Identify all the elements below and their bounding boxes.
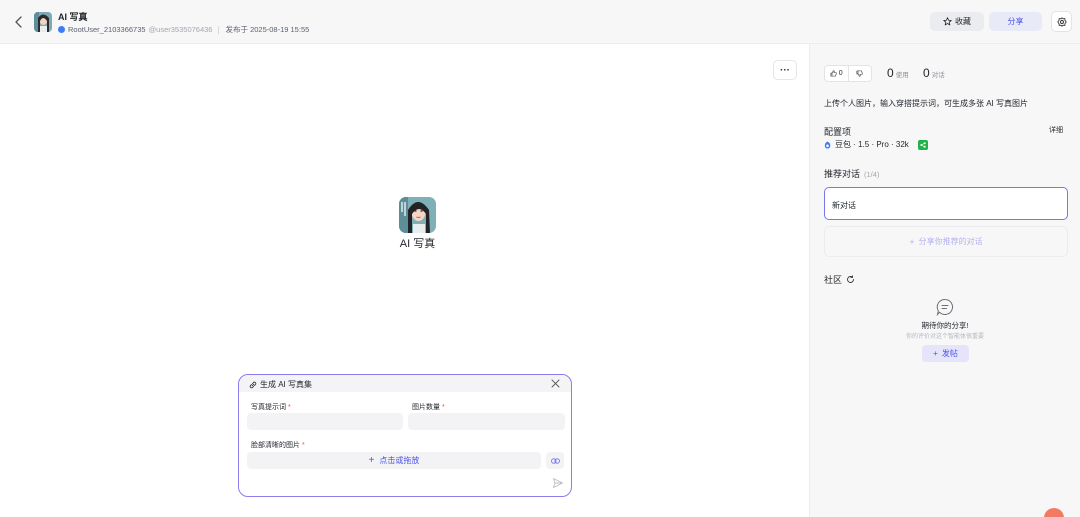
generate-form-card: 生成 AI 写真集 写真提示词 * 图片数量 * 脸部清晰的图片 * + 点击或拖放 bbox=[238, 374, 572, 497]
form-title-text: 生成 AI 写真集 bbox=[260, 380, 313, 389]
link-icon bbox=[550, 457, 560, 464]
recommend-title-text: 推荐对话 bbox=[824, 169, 861, 179]
like-count: 0 bbox=[838, 70, 843, 77]
author-meta: RootUser_2103366735 @user3535076436 发布于 … bbox=[58, 24, 309, 35]
plus-icon: + bbox=[909, 236, 915, 247]
empty-state-title: 期待你的分享! bbox=[921, 321, 969, 330]
upload-dropzone[interactable]: + 点击或拖放 bbox=[247, 452, 541, 469]
gear-icon bbox=[1056, 16, 1067, 27]
publish-date: 发布于 2025-08-19 15:55 bbox=[225, 25, 310, 34]
bot-info-sidebar: 0 0 使用 0 对话 上传个人图片，输入穿搭提示词，可生成多张 AI 写真图片… bbox=[809, 44, 1080, 517]
share-label: 分享 bbox=[1007, 17, 1024, 26]
count-label: 图片数量 * bbox=[412, 402, 445, 412]
upload-label: 点击或拖放 bbox=[379, 456, 420, 465]
community-title: 社区 bbox=[824, 275, 843, 285]
like-dislike-group: 0 bbox=[824, 65, 872, 82]
recommended-conversation-item[interactable]: 新对话 bbox=[824, 187, 1068, 220]
send-icon[interactable] bbox=[552, 477, 564, 489]
share-conversation-label: 分享你推荐的对话 bbox=[918, 237, 983, 246]
model-info: 豆包 · 1.5 · Pro · 32k bbox=[835, 140, 909, 149]
dislike-button[interactable] bbox=[847, 66, 872, 81]
form-header: 生成 AI 写真集 bbox=[239, 375, 571, 392]
plus-icon: + bbox=[368, 455, 375, 466]
prompt-input[interactable] bbox=[247, 413, 403, 430]
app-avatar bbox=[34, 12, 52, 32]
config-title: 配置项 bbox=[824, 127, 852, 137]
count-input[interactable] bbox=[408, 413, 565, 430]
use-count: 0 bbox=[887, 66, 894, 80]
prompt-label-text: 写真提示词 bbox=[251, 404, 286, 411]
doubao-model-icon bbox=[824, 141, 831, 148]
bot-avatar bbox=[399, 197, 436, 233]
community-header: 社区 bbox=[824, 273, 855, 286]
required-mark: * bbox=[442, 404, 445, 411]
use-unit: 使用 bbox=[895, 72, 909, 79]
required-mark: * bbox=[302, 442, 305, 449]
face-image-label: 脸部清晰的图片 * bbox=[251, 440, 305, 450]
plugin-share-icon[interactable] bbox=[917, 139, 928, 150]
author-handle: @user3535076436 bbox=[148, 25, 213, 34]
url-link-button[interactable] bbox=[546, 452, 564, 469]
use-stat: 0 使用 bbox=[887, 66, 909, 80]
link-icon bbox=[249, 381, 257, 388]
chat-unit: 对话 bbox=[931, 72, 945, 79]
more-options-button[interactable]: ··· bbox=[773, 60, 797, 80]
settings-button[interactable] bbox=[1051, 11, 1072, 32]
app-title: AI 写真 bbox=[58, 12, 88, 22]
thumbs-down-icon bbox=[856, 70, 863, 77]
bot-name: AI 写真 bbox=[399, 238, 436, 250]
model-info-row: 豆包 · 1.5 · Pro · 32k bbox=[824, 139, 928, 150]
required-mark: * bbox=[288, 404, 291, 411]
chat-count: 0 bbox=[923, 66, 930, 80]
face-image-label-text: 脸部清晰的图片 bbox=[251, 442, 300, 449]
recommend-title: 推荐对话 (1/4) bbox=[824, 167, 879, 180]
favorite-button[interactable]: 收藏 bbox=[930, 12, 984, 31]
bot-description: 上传个人图片，输入穿搭提示词，可生成多张 AI 写真图片 bbox=[824, 99, 1029, 108]
post-label: 发帖 bbox=[941, 349, 958, 358]
back-arrow-icon[interactable] bbox=[12, 14, 26, 30]
chat-bubble-icon bbox=[936, 298, 953, 316]
plus-icon: + bbox=[933, 349, 938, 358]
share-button[interactable]: 分享 bbox=[989, 12, 1042, 31]
close-icon[interactable] bbox=[551, 379, 560, 388]
share-conversation-button[interactable]: + 分享你推荐的对话 bbox=[824, 226, 1068, 257]
like-button[interactable]: 0 bbox=[825, 66, 848, 81]
post-button[interactable]: + 发帖 bbox=[922, 345, 969, 362]
favorite-label: 收藏 bbox=[955, 17, 971, 26]
author-name[interactable]: RootUser_2103366735 bbox=[68, 25, 146, 34]
recommend-progress: (1/4) bbox=[864, 170, 880, 179]
thumbs-up-icon bbox=[830, 70, 837, 77]
empty-state-subtitle: 你的评价对这个智能体很重要 bbox=[905, 334, 984, 340]
verified-icon bbox=[58, 26, 65, 33]
divider bbox=[218, 25, 220, 34]
form-title: 生成 AI 写真集 bbox=[249, 379, 312, 390]
count-label-text: 图片数量 bbox=[412, 404, 440, 411]
chat-stat: 0 对话 bbox=[923, 66, 945, 80]
top-bar: AI 写真 RootUser_2103366735 @user353507643… bbox=[0, 0, 1080, 44]
detail-link[interactable]: 详细 bbox=[1049, 125, 1063, 135]
refresh-icon[interactable] bbox=[846, 275, 855, 284]
star-icon bbox=[943, 17, 952, 26]
prompt-label: 写真提示词 * bbox=[251, 402, 291, 412]
